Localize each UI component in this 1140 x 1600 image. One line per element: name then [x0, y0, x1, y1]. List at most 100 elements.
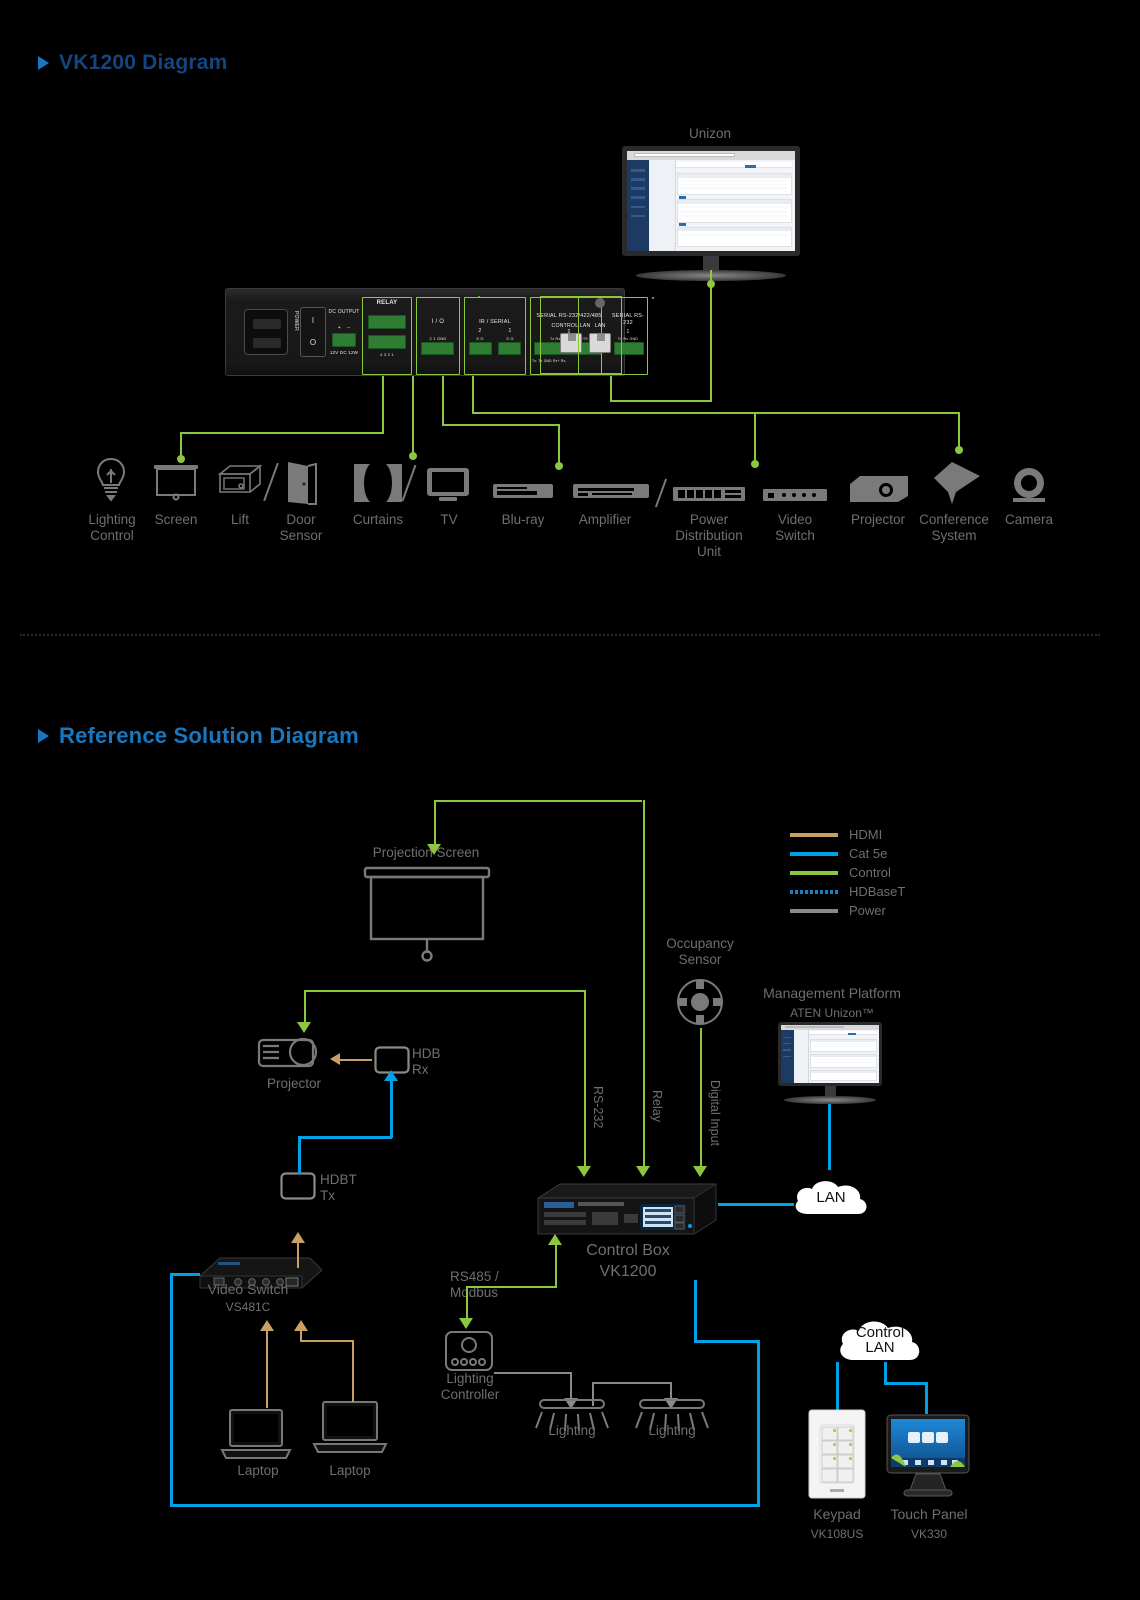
- cat5e-mgmt-to-lan: [828, 1104, 831, 1170]
- device-label-screen: Screen: [154, 512, 198, 527]
- hdbt-rx-line1: HDB: [412, 1046, 441, 1061]
- cat5e-vs-v: [170, 1273, 173, 1507]
- lighting-controller-label: Lighting Controller: [440, 1371, 500, 1402]
- legend-swatch-power: [790, 908, 838, 913]
- diagram-page: VK1200 Diagram Unizon POWER I O DC OUTPU…: [0, 0, 1140, 1600]
- trunk-h-bluray: [442, 424, 560, 426]
- touch-panel-model-label: VK330: [910, 1527, 948, 1541]
- drop-bluray: [558, 424, 560, 466]
- cat5e-touchpanel-h: [884, 1382, 928, 1385]
- device-label-lighting-control: Lighting Control: [88, 512, 136, 543]
- link-dot: [751, 460, 759, 468]
- legend-swatch-cat5e: [790, 851, 838, 856]
- cat5e-bottom-v: [757, 1340, 760, 1507]
- legend-item-cat5e: Cat 5e: [790, 844, 905, 863]
- section-header-vk1200: VK1200 Diagram: [38, 51, 228, 75]
- lan-cloud: LAN: [790, 1176, 872, 1218]
- device-label-door-sensor: Door Sensor: [279, 512, 323, 543]
- hdmi-laptop2-v: [352, 1340, 354, 1402]
- management-platform-label: Management Platform: [763, 985, 901, 1001]
- arrow-projector-control: [297, 1022, 311, 1033]
- cat5e-bottom-h: [170, 1504, 760, 1507]
- arrow-rs232: [577, 1166, 591, 1177]
- lighting-controller-icon: [444, 1330, 494, 1377]
- cat5e-touchpanel-v2: [925, 1382, 928, 1414]
- lan-port: [589, 333, 611, 353]
- device-label-tv: TV: [440, 512, 458, 527]
- projection-screen-label: Projection Screen: [372, 845, 480, 860]
- triangle-bullet-icon: [38, 729, 49, 743]
- lan-cloud-label: LAN: [816, 1188, 846, 1206]
- keypad-label: Keypad: [813, 1506, 861, 1522]
- trunk-1: [382, 376, 384, 432]
- legend-item-hdbaset: HDBaseT: [790, 882, 905, 901]
- digital-input-label: Digital Input: [708, 1080, 722, 1147]
- hdmi-laptop1-v: [266, 1330, 268, 1408]
- device-icon-camera: [1008, 466, 1050, 509]
- lighting-2-label: Lighting: [648, 1423, 696, 1438]
- lighting-1-label: Lighting: [548, 1423, 596, 1438]
- arrow-hdmi-laptop1: [260, 1320, 274, 1331]
- device-label-curtains: Curtains: [352, 512, 404, 527]
- occupancy-sensor-icon: [676, 978, 724, 1031]
- legend-item-power: Power: [790, 901, 905, 920]
- relay-label: Relay: [650, 1090, 664, 1122]
- arrow-rs485-down: [459, 1318, 473, 1329]
- management-monitor-screen: [778, 1022, 882, 1086]
- hdbaset-tx-h: [298, 1136, 392, 1139]
- arrow-hdmi-tx: [291, 1232, 305, 1243]
- link-dot: [707, 280, 715, 288]
- lan-label: LAN: [594, 323, 606, 329]
- link-screen-v: [434, 800, 436, 846]
- device-icon-video-switch: [762, 488, 828, 507]
- link-projector-control-v: [304, 990, 306, 1024]
- drop-curtains: [412, 376, 414, 458]
- control-box-model-label: VK1200: [599, 1263, 657, 1280]
- keypad-model-label: VK108US: [810, 1527, 864, 1541]
- legend: HDMI Cat 5e Control HDBaseT Power: [790, 825, 905, 920]
- legend-label: Power: [849, 903, 886, 918]
- cat5e-touchpanel-v1: [884, 1362, 887, 1384]
- control-box-label: Control Box: [586, 1242, 670, 1259]
- unizon-monitor: [622, 146, 800, 281]
- hdbt-tx-line2: Tx: [320, 1188, 335, 1203]
- device-label-bluray: Blu-ray: [501, 512, 545, 527]
- rs232-label: RS-232: [591, 1086, 605, 1129]
- laptop-2-icon: [312, 1400, 388, 1461]
- triangle-bullet-icon: [38, 56, 49, 70]
- device-icon-door-sensor: [282, 458, 322, 511]
- link-screen-h: [434, 800, 642, 802]
- hdbt-tx-label: HDBT Tx: [320, 1172, 364, 1204]
- arrow-digital-input: [693, 1166, 707, 1177]
- touch-panel-label: Touch Panel: [890, 1506, 968, 1522]
- projector-label: Projector: [266, 1076, 322, 1091]
- device-icon-projector: [846, 472, 912, 509]
- video-switch-label: Video Switch: [207, 1281, 289, 1297]
- cat5e-keypad-v: [836, 1362, 839, 1410]
- digital-input-line: [700, 1028, 702, 1170]
- projection-screen-icon: [363, 866, 491, 967]
- device-icon-bluray: [492, 482, 554, 507]
- power-lc-h2: [592, 1382, 672, 1384]
- link-projector-control-h: [304, 990, 586, 992]
- unizon-label: Unizon: [688, 126, 732, 141]
- arrow-relay: [636, 1166, 650, 1177]
- device-icon-lift: [216, 462, 264, 509]
- device-label-pdu: Power Distribution Unit: [675, 512, 743, 559]
- device-label-conference-system: Conference System: [919, 512, 989, 543]
- touch-panel-icon: [886, 1414, 970, 1503]
- arrow-hdbaset-rx: [384, 1070, 398, 1081]
- link-dot: [555, 462, 563, 470]
- link-dot: [409, 452, 417, 460]
- trunk-3: [472, 376, 474, 414]
- device-icon-pdu: [672, 486, 746, 507]
- rs485-h: [466, 1286, 557, 1288]
- legend-label: HDBaseT: [849, 884, 906, 899]
- hdmi-rx-to-projector: [336, 1059, 372, 1061]
- unizon-ui-screenshot: [627, 151, 795, 251]
- arrow-rs485-up: [548, 1234, 562, 1245]
- trunk-h-right: [610, 412, 960, 414]
- section-divider: [20, 634, 1100, 636]
- control-box-vk1200-icon: [536, 1182, 718, 1249]
- cat5e-controlbox-to-lan: [718, 1203, 794, 1206]
